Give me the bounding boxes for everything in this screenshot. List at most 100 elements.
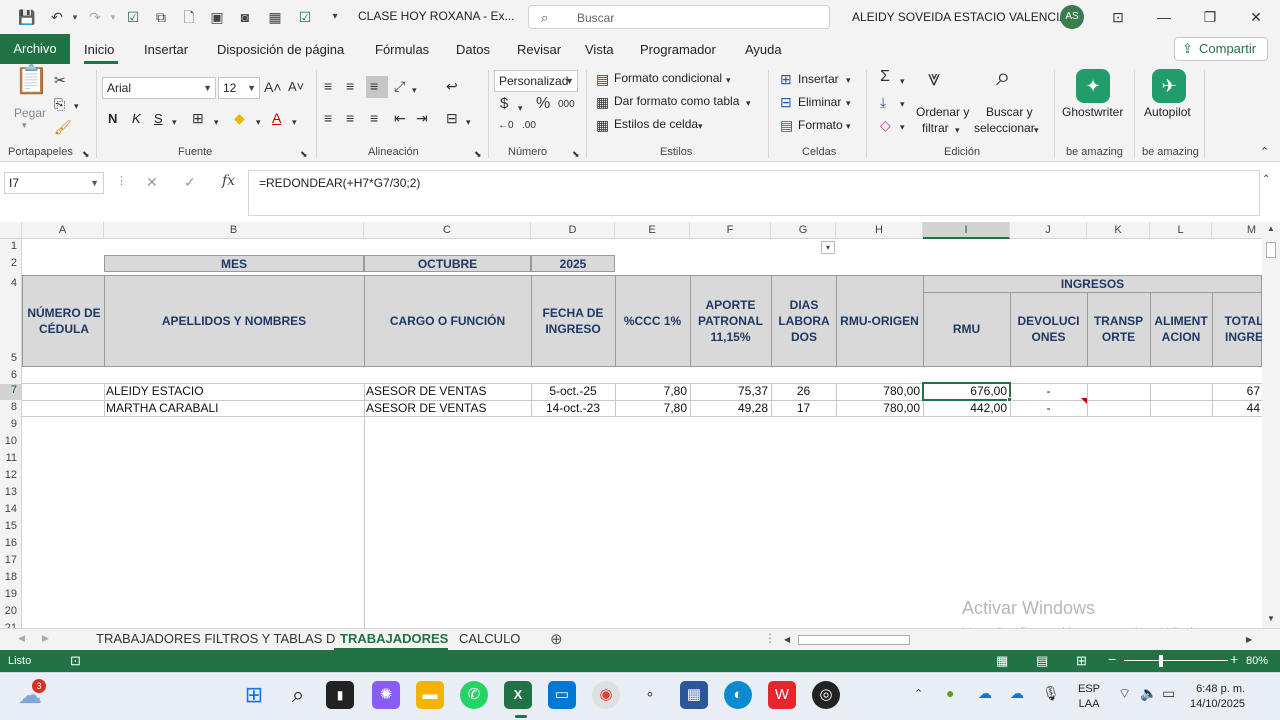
wps-icon[interactable]: W bbox=[768, 681, 796, 709]
column-header[interactable]: C bbox=[364, 222, 531, 239]
camera-icon[interactable]: ◙ bbox=[236, 8, 254, 26]
accessibility-icon[interactable]: ⊡ bbox=[70, 653, 81, 669]
formula-input[interactable]: =REDONDEAR(+H7*G7/30;2) bbox=[248, 170, 1260, 216]
screen-icon[interactable]: ▣ bbox=[208, 8, 226, 26]
cell-cargo[interactable]: ASESOR DE VENTAS bbox=[366, 401, 530, 415]
align-top-icon[interactable]: ≡ bbox=[324, 78, 332, 94]
sheet-tab-trabajadores[interactable]: TRABAJADORES bbox=[340, 631, 448, 646]
font-launcher-icon[interactable]: ⬊ bbox=[300, 146, 308, 162]
header-dias[interactable]: DIAS LABORA DOS bbox=[774, 284, 834, 358]
cell-dias[interactable]: 17 bbox=[771, 401, 836, 415]
row-header[interactable]: 20 bbox=[0, 605, 22, 617]
horizontal-scroll-thumb[interactable] bbox=[798, 635, 910, 645]
header-ccc[interactable]: %CCC 1% bbox=[615, 292, 690, 350]
undo-dropdown-icon[interactable]: ▾ bbox=[66, 8, 84, 26]
obs-icon[interactable]: ◎ bbox=[812, 681, 840, 709]
column-header[interactable]: F bbox=[690, 222, 771, 239]
vertical-scrollbar[interactable]: ▲ ▼ bbox=[1262, 222, 1280, 628]
sheet-tab-calculo[interactable]: CALCULO bbox=[459, 631, 520, 646]
cloud-icon[interactable]: ☁ bbox=[1010, 685, 1024, 702]
redo-dropdown-icon[interactable]: ▾ bbox=[104, 8, 122, 26]
row-header[interactable]: 2 bbox=[0, 257, 22, 269]
tab-datos[interactable]: Datos bbox=[456, 42, 490, 57]
row-header[interactable]: 10 bbox=[0, 435, 22, 447]
font-name-select[interactable]: Arial ▼ bbox=[102, 77, 216, 99]
cell-total[interactable]: 67 bbox=[1212, 384, 1260, 398]
checkbox-icon[interactable]: ☑ bbox=[124, 8, 142, 26]
header-alimentacion[interactable]: ALIMENT ACION bbox=[1150, 300, 1212, 358]
orientation-dropdown-icon[interactable]: ▾ bbox=[412, 82, 417, 98]
align-left-icon[interactable]: ≡ bbox=[324, 110, 332, 126]
row-header[interactable]: 19 bbox=[0, 588, 22, 600]
customize-toolbar-icon[interactable]: ▾ bbox=[326, 8, 344, 26]
insert-function-icon[interactable]: fx bbox=[222, 173, 235, 189]
header-total[interactable]: TOTAL INGRE bbox=[1214, 300, 1262, 358]
sort-filter-icon[interactable]: ⩔ bbox=[928, 67, 940, 89]
copy-icon[interactable]: ⎘ bbox=[54, 96, 65, 112]
row-header[interactable]: 6 bbox=[0, 369, 22, 381]
chevron-down-icon[interactable]: ▾ bbox=[726, 72, 731, 88]
autosum-dropdown-icon[interactable]: ▾ bbox=[900, 73, 905, 89]
font-color-dropdown-icon[interactable]: ▾ bbox=[292, 114, 297, 130]
enter-icon[interactable]: ✓ bbox=[184, 174, 196, 191]
task-view-icon[interactable]: ▮ bbox=[326, 681, 354, 709]
currency-icon[interactable]: $ bbox=[500, 96, 508, 112]
tab-vista[interactable]: Vista bbox=[585, 42, 614, 57]
search-input[interactable]: ⌕ Buscar bbox=[528, 5, 830, 29]
fill-icon[interactable]: ⤓ bbox=[880, 94, 886, 110]
align-right-icon[interactable]: ≡ bbox=[370, 110, 378, 126]
row-header[interactable]: 11 bbox=[0, 452, 22, 464]
new-file-icon[interactable]: 🗋 bbox=[180, 8, 198, 26]
column-header[interactable]: D bbox=[531, 222, 615, 239]
zoom-out-icon[interactable]: − bbox=[1108, 651, 1116, 667]
find-select-label-2[interactable]: seleccionar bbox=[974, 121, 1035, 135]
cell-fecha[interactable]: 14-oct.-23 bbox=[531, 401, 615, 415]
column-header[interactable]: M bbox=[1212, 222, 1262, 239]
edge-icon[interactable]: ◐ bbox=[724, 681, 752, 709]
align-center-icon[interactable]: ≡ bbox=[346, 110, 354, 126]
cell-dias[interactable]: 26 bbox=[771, 384, 836, 398]
tab-inicio[interactable]: Inicio bbox=[84, 42, 114, 57]
cell-devoluciones[interactable]: - bbox=[1010, 401, 1087, 415]
header-cargo[interactable]: CARGO O FUNCIÓN bbox=[364, 292, 531, 350]
header-rmu-origen[interactable]: RMU-ORIGEN bbox=[836, 292, 923, 350]
underline-button[interactable]: S bbox=[154, 111, 163, 126]
row-header[interactable]: 15 bbox=[0, 520, 22, 532]
row-header[interactable]: 13 bbox=[0, 486, 22, 498]
filter-dropdown-icon[interactable]: ▾ bbox=[821, 241, 835, 254]
sheet-tab-trabajadores-filtros[interactable]: TRABAJADORES FILTROS Y TABLAS D bbox=[96, 631, 335, 646]
avatar[interactable]: AS bbox=[1060, 5, 1084, 29]
sort-filter-label-2[interactable]: filtrar bbox=[922, 121, 949, 135]
vertical-scroll-thumb[interactable] bbox=[1266, 242, 1276, 258]
volume-icon[interactable]: 🔈 bbox=[1140, 685, 1157, 702]
restore-icon[interactable]: ❐ bbox=[1198, 6, 1222, 28]
scroll-left-icon[interactable]: ◀ bbox=[784, 635, 790, 644]
cell-rmu-origen[interactable]: 780,00 bbox=[836, 384, 920, 398]
scroll-right-icon[interactable]: ▶ bbox=[1246, 635, 1252, 644]
collapse-formula-icon[interactable]: ⌃ bbox=[1262, 174, 1270, 185]
ribbon-display-icon[interactable]: ⊡ bbox=[1106, 6, 1130, 28]
find-select-icon[interactable]: ⌕ bbox=[996, 63, 1011, 89]
language-indicator[interactable]: ESP LAA bbox=[1078, 682, 1100, 712]
header-rmu[interactable]: RMU bbox=[923, 300, 1010, 358]
copy-dropdown-icon[interactable]: ▾ bbox=[74, 98, 79, 114]
cell-ccc[interactable]: 7,80 bbox=[615, 401, 687, 415]
check-icon[interactable]: ☑ bbox=[296, 8, 314, 26]
horizontal-scrollbar[interactable]: ◀ ▶ bbox=[780, 632, 1258, 648]
comment-indicator[interactable] bbox=[1081, 398, 1087, 404]
cell-cargo[interactable]: ASESOR DE VENTAS bbox=[366, 384, 530, 398]
cell-ccc[interactable]: 7,80 bbox=[615, 384, 687, 398]
italic-button[interactable]: K bbox=[132, 111, 141, 126]
cell-fecha[interactable]: 5-oct.-25 bbox=[531, 384, 615, 398]
column-header[interactable]: A bbox=[22, 222, 104, 239]
row-header[interactable]: 5 bbox=[0, 352, 22, 364]
close-icon[interactable]: ✕ bbox=[1244, 6, 1268, 28]
add-sheet-icon[interactable]: ⊕ bbox=[550, 630, 563, 648]
wrap-text-icon[interactable]: ↩ bbox=[446, 78, 458, 94]
cell-rmu-origen[interactable]: 780,00 bbox=[836, 401, 920, 415]
row-header[interactable]: 16 bbox=[0, 537, 22, 549]
chevron-down-icon[interactable]: ▾ bbox=[698, 118, 703, 134]
number-launcher-icon[interactable]: ⬊ bbox=[572, 146, 580, 162]
row-header[interactable]: 9 bbox=[0, 418, 22, 430]
scroll-down-icon[interactable]: ▼ bbox=[1267, 614, 1275, 623]
